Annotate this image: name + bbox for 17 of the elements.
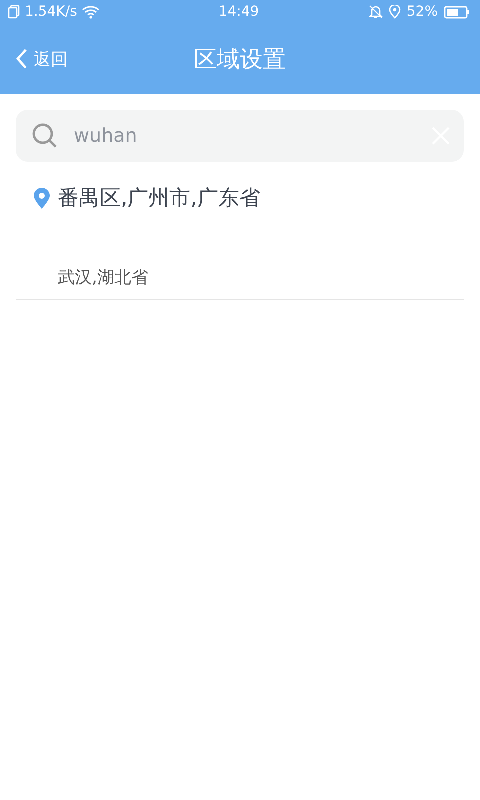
search-icon xyxy=(32,123,58,149)
sim-icon xyxy=(8,5,20,19)
bell-icon xyxy=(368,5,383,19)
network-speed: 1.54K/s xyxy=(25,4,78,20)
search-bar[interactable]: wuhan xyxy=(16,110,464,162)
search-field[interactable]: wuhan xyxy=(72,124,418,148)
chevron-left-icon xyxy=(16,48,28,70)
clock: 14:49 xyxy=(218,4,260,20)
search-result[interactable]: 武汉,湖北省 xyxy=(16,212,464,300)
battery-icon xyxy=(444,6,470,18)
battery-percent: 52% xyxy=(406,4,438,20)
back-button[interactable]: 返回 xyxy=(16,48,68,70)
location-icon xyxy=(388,5,401,19)
page-title: 区域设置 xyxy=(194,46,286,74)
wifi-icon xyxy=(82,5,100,19)
current-location: 番禺区,广州市,广东省 xyxy=(58,185,260,212)
map-pin-icon xyxy=(34,188,50,208)
